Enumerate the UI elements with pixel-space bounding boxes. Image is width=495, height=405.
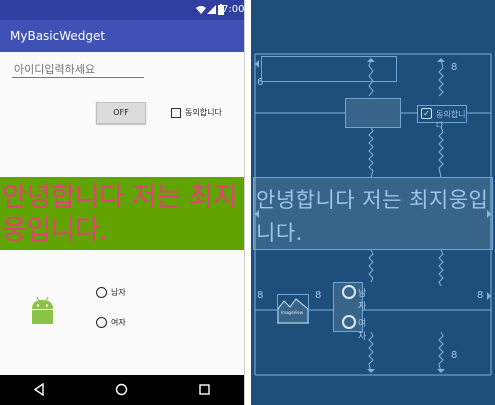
bp-margin-radio: 8 bbox=[315, 290, 322, 301]
bp-toggle-button[interactable] bbox=[345, 98, 401, 128]
bp-id-input[interactable] bbox=[261, 56, 397, 82]
toggle-button[interactable]: OFF bbox=[96, 102, 146, 124]
bp-imageview[interactable]: ImageView bbox=[277, 294, 309, 324]
radio-male[interactable]: 남자 bbox=[96, 287, 126, 301]
greeting-text: 안녕합니다 저는 최지웅입니다. bbox=[2, 182, 238, 246]
bp-checkbox-icon: ✓ bbox=[421, 108, 432, 119]
bp-imageview-label: ImageView bbox=[281, 310, 304, 315]
back-icon[interactable] bbox=[33, 383, 45, 396]
id-input-placeholder: 아이디입력하세요 bbox=[14, 63, 95, 76]
radio-female[interactable]: 여자 bbox=[96, 317, 126, 331]
recents-icon[interactable] bbox=[199, 384, 210, 395]
radio-female-label: 여자 bbox=[111, 318, 126, 327]
toggle-button-label: OFF bbox=[113, 108, 129, 117]
radio-circle[interactable] bbox=[96, 317, 107, 328]
bp-greeting-banner: 안녕합니다 저는 최지웅입니다. bbox=[253, 177, 493, 250]
android-robot-icon bbox=[32, 296, 53, 324]
greeting-banner: 안녕합니다 저는 최지웅입니다. bbox=[0, 177, 244, 250]
home-icon[interactable] bbox=[115, 383, 128, 396]
agree-checkbox[interactable]: 동의합니다 bbox=[171, 107, 222, 121]
navigation-bar bbox=[0, 375, 244, 405]
bp-greeting-text: 안녕합니다 저는 최지웅입니다. bbox=[256, 188, 489, 245]
id-input[interactable]: 아이디입력하세요 bbox=[12, 62, 144, 78]
bp-radio-female[interactable] bbox=[342, 315, 358, 331]
app-bar: MyBasicWedget bbox=[0, 20, 244, 52]
status-bar: 7:00 bbox=[0, 0, 244, 20]
bp-agree-label: 동의합니다 bbox=[436, 110, 466, 130]
bp-mountain-icon bbox=[278, 298, 308, 323]
status-time: 7:00 bbox=[222, 4, 245, 15]
bp-radio-male[interactable] bbox=[342, 285, 358, 301]
bp-margin-bottom: 8 bbox=[451, 350, 458, 361]
radio-male-label: 남자 bbox=[111, 288, 126, 297]
blueprint-view: ✓ 동의합니다 안녕합니다 저는 최지웅입니다. ImageView 남자 여자… bbox=[251, 0, 495, 405]
bp-margin-top: 8 bbox=[451, 62, 458, 73]
bp-agree-checkbox[interactable]: ✓ 동의합니다 bbox=[417, 105, 467, 130]
bp-radio-circle[interactable] bbox=[342, 315, 356, 329]
signal-icon bbox=[207, 5, 216, 14]
bp-margin-right: 8 bbox=[477, 290, 484, 301]
design-preview: 7:00 MyBasicWedget 아이디입력하세요 OFF 동의합니다 안녕… bbox=[0, 0, 245, 405]
bp-radio-female-label: 여자 bbox=[358, 319, 367, 342]
app-title: MyBasicWedget bbox=[10, 29, 106, 43]
bp-margin-imageview: 8 bbox=[257, 290, 264, 301]
checkbox-box[interactable] bbox=[171, 107, 181, 118]
radio-circle[interactable] bbox=[96, 287, 107, 298]
bp-margin-left: 6 bbox=[257, 77, 264, 88]
bp-radio-group[interactable]: 남자 여자 bbox=[333, 282, 367, 342]
agree-label: 동의합니다 bbox=[185, 108, 222, 117]
bp-radio-male-label: 남자 bbox=[358, 289, 367, 312]
wifi-icon bbox=[196, 6, 206, 14]
bp-radio-circle[interactable] bbox=[342, 285, 356, 299]
